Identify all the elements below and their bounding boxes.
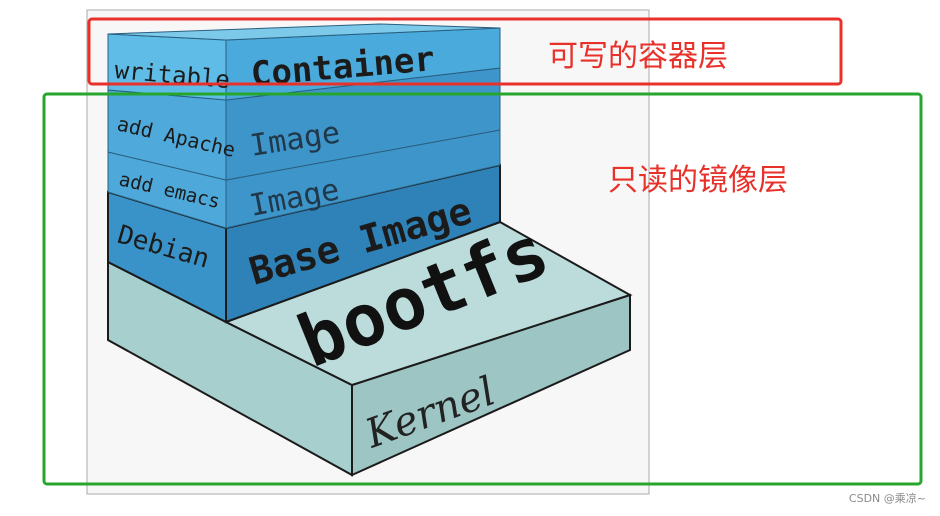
watermark: CSDN @乘凉~ bbox=[848, 492, 926, 505]
writable-layer-annotation: 可写的容器层 bbox=[548, 39, 728, 74]
docker-layers-diagram: writable Container add Apache Image add … bbox=[42, 9, 923, 495]
readonly-layers-annotation: 只读的镜像层 bbox=[608, 163, 788, 198]
